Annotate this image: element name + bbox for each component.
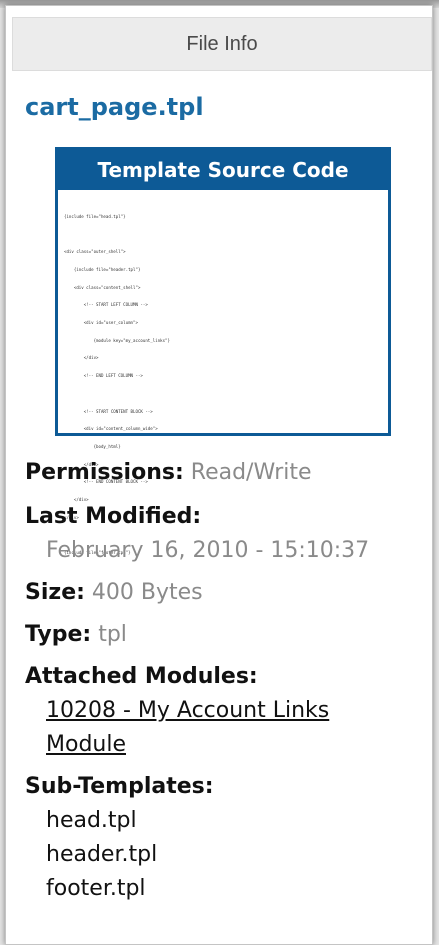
code-line: {include file="header.tpl"} <box>64 266 141 272</box>
file-name-link[interactable]: cart_page.tpl <box>25 93 204 121</box>
size-label: Size: <box>25 580 85 605</box>
sub-template-item: head.tpl <box>46 808 137 833</box>
code-line: {body_html} <box>64 443 121 449</box>
code-line: <!-- END LEFT COLUMN --> <box>64 373 143 379</box>
last-modified-value: February 16, 2010 - 15:10:37 <box>46 538 370 563</box>
permissions-label: Permissions: <box>25 460 184 485</box>
last-modified-label-row: Last Modified: <box>25 504 201 529</box>
code-line: <div id="user_column"> <box>64 320 138 326</box>
sub-template-item: header.tpl <box>46 842 158 867</box>
type-row: Type: tpl <box>25 622 127 647</box>
file-info-title: File Info <box>186 32 258 55</box>
module-link-continued[interactable]: Module <box>46 732 126 757</box>
code-line: <div class="content_shell"> <box>64 284 141 290</box>
sub-templates-label-row: Sub-Templates: <box>25 774 214 799</box>
sub-templates-label: Sub-Templates: <box>25 774 214 799</box>
code-line: </div> <box>64 497 89 503</box>
code-line: </div> <box>64 355 99 361</box>
sub-template-item: footer.tpl <box>46 876 146 901</box>
code-line: <div id="content_column_wide"> <box>64 426 158 432</box>
permissions-value: Read/Write <box>190 460 312 485</box>
permissions-row: Permissions: Read/Write <box>25 460 312 485</box>
file-info-header: File Info <box>12 17 432 71</box>
code-line: <!-- START CONTENT BLOCK --> <box>64 408 153 414</box>
size-row: Size: 400 Bytes <box>25 580 203 605</box>
size-value: 400 Bytes <box>91 580 203 605</box>
type-label: Type: <box>25 622 92 647</box>
code-line: {include file="head.tpl"} <box>64 213 126 219</box>
code-line: {module key="my_account_links"} <box>64 337 170 343</box>
type-value: tpl <box>98 622 127 647</box>
attached-modules-label: Attached Modules: <box>25 664 258 689</box>
code-line: <!-- START LEFT COLUMN --> <box>64 302 148 308</box>
preview-title: Template Source Code <box>58 150 388 190</box>
code-line: <div class="outer_shell"> <box>64 249 126 255</box>
last-modified-label: Last Modified: <box>25 504 202 529</box>
module-link[interactable]: 10208 - My Account Links <box>46 698 329 723</box>
template-source-preview[interactable]: Template Source Code {include file="head… <box>55 147 391 555</box>
attached-modules-label-row: Attached Modules: <box>25 664 258 689</box>
